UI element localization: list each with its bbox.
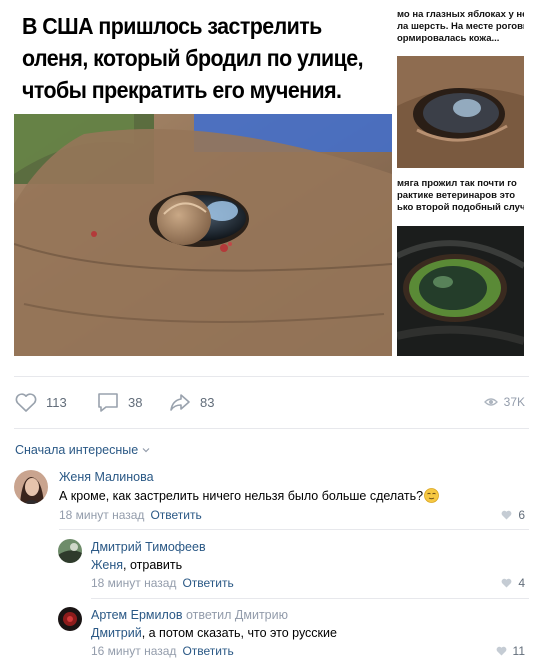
comment-author[interactable]: Женя Малинова <box>59 470 154 484</box>
divider <box>59 529 529 530</box>
comment-like-count: 6 <box>518 508 525 522</box>
avatar[interactable] <box>58 539 82 563</box>
like-count: 113 <box>46 394 67 410</box>
mention-link[interactable]: Дмитрий <box>91 626 142 640</box>
comment-time[interactable]: 16 минут назад <box>91 644 176 658</box>
animal-eye-photo[interactable] <box>397 226 524 356</box>
divider <box>91 598 529 599</box>
replied-to[interactable]: ответил Дмитрию <box>186 608 288 622</box>
avatar[interactable] <box>14 470 48 504</box>
heart-icon <box>501 510 512 520</box>
comment-like-button[interactable]: 6 <box>501 508 525 522</box>
comment-like-button[interactable]: 4 <box>501 576 525 590</box>
side-caption-1: мо на глазных яблоках у не ла шерсть. На… <box>397 9 524 44</box>
comment-like-button[interactable]: 11 <box>496 644 525 658</box>
avatar[interactable] <box>58 607 82 631</box>
comment-item: Женя Малинова А кроме, как застрелить ни… <box>0 462 543 527</box>
comment-time[interactable]: 18 минут назад <box>59 508 144 522</box>
comment-button[interactable]: 38 <box>96 391 142 413</box>
comment-time[interactable]: 18 минут назад <box>91 576 176 590</box>
reply-link[interactable]: Ответить <box>182 576 233 590</box>
chevron-down-icon <box>142 448 150 453</box>
eye-icon <box>483 398 498 406</box>
reply-link[interactable]: Ответить <box>150 508 201 522</box>
share-icon <box>170 394 190 411</box>
heart-icon <box>496 646 506 656</box>
comment-reply-item: Дмитрий Тимофеев Женя, отравить 18 минут… <box>0 531 543 596</box>
post-headline: В США пришлось застрелить оленя, который… <box>22 13 364 103</box>
side-caption-2: мяга прожил так почти го рактике ветерин… <box>397 178 524 213</box>
post-media[interactable]: В США пришлось застрелить оленя, который… <box>0 0 543 362</box>
comment-reply-item: Артем Ермилов ответил Дмитрию Дмитрий, а… <box>0 600 543 664</box>
deer-eye-closeup-photo[interactable] <box>397 56 524 168</box>
share-count: 83 <box>200 394 215 410</box>
comment-author[interactable]: Дмитрий Тимофеев <box>91 540 206 554</box>
comment-like-count: 11 <box>512 644 525 658</box>
deer-eye-photo[interactable] <box>14 114 392 356</box>
sort-label: Сначала интересные <box>15 443 139 457</box>
share-button[interactable]: 83 <box>168 391 214 413</box>
mention-link[interactable]: Женя <box>91 558 123 572</box>
comments-sort-dropdown[interactable]: Сначала интересные <box>15 443 150 457</box>
like-button[interactable]: 113 <box>14 391 67 413</box>
divider <box>14 376 529 377</box>
comment-count: 38 <box>128 394 143 410</box>
views-counter: 37K <box>483 391 525 413</box>
emoji-icon <box>424 488 439 503</box>
comment-meta: 16 минут назад Ответить <box>91 644 234 658</box>
comment-like-count: 4 <box>518 576 525 590</box>
comment-author: Артем Ермилов ответил Дмитрию <box>91 608 288 622</box>
comment-text: Женя, отравить <box>91 558 183 572</box>
comment-icon <box>98 393 118 412</box>
comment-meta: 18 минут назад Ответить <box>91 576 234 590</box>
post-actions: 113 38 83 37K <box>0 383 543 423</box>
comment-text: Дмитрий, а потом сказать, что это русски… <box>91 626 337 640</box>
side-panel: мо на глазных яблоках у не ла шерсть. На… <box>397 0 524 356</box>
heart-icon <box>15 393 37 412</box>
comment-meta: 18 минут назад Ответить <box>59 508 202 522</box>
views-count: 37K <box>503 395 525 409</box>
comment-text: А кроме, как застрелить ничего нельзя бы… <box>59 488 439 503</box>
divider <box>14 428 529 429</box>
reply-link[interactable]: Ответить <box>182 644 233 658</box>
heart-icon <box>501 578 512 588</box>
